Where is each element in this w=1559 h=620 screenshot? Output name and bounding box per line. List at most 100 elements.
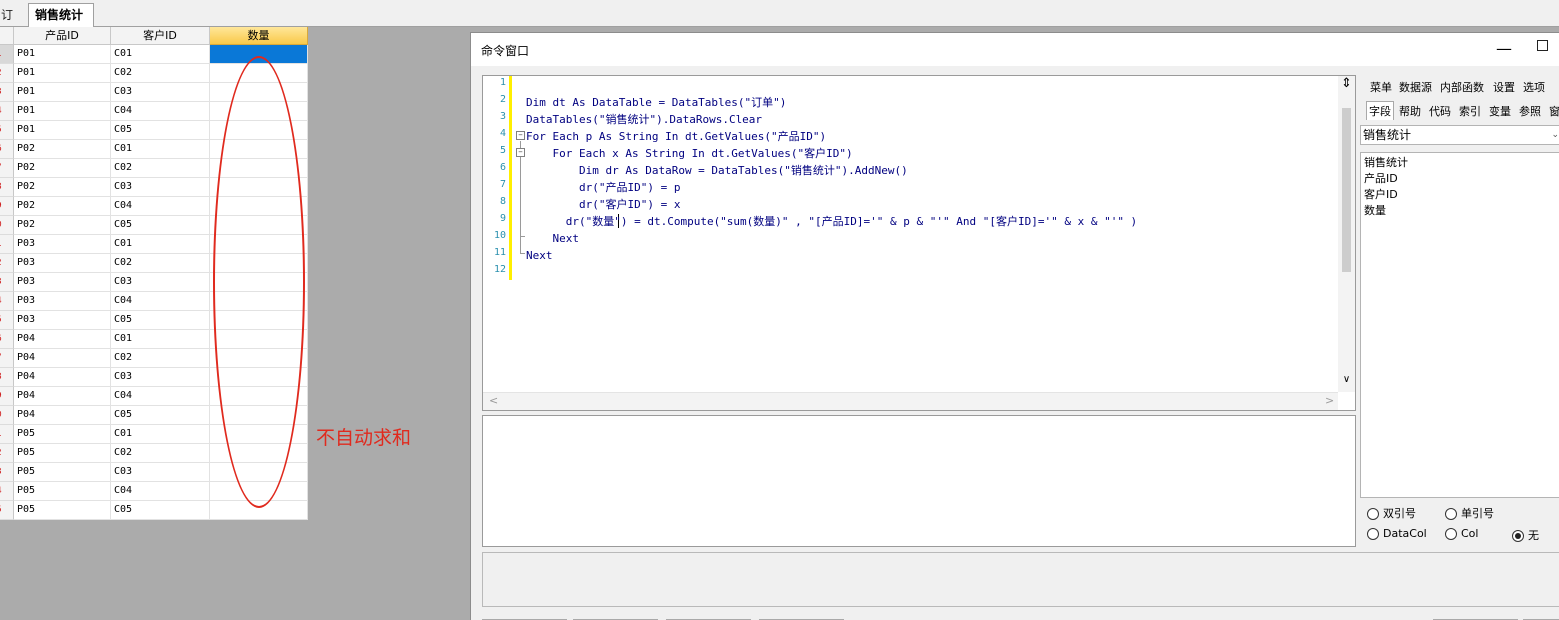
tab-code[interactable]: 代码 (1429, 103, 1451, 119)
quote-option-radio[interactable]: 单引号 (1445, 505, 1494, 521)
cell-customer-id[interactable]: C03 (111, 83, 210, 102)
code-line[interactable]: Next (526, 230, 579, 247)
cell-product-id[interactable]: P02 (14, 216, 111, 235)
cell-customer-id[interactable]: C03 (111, 463, 210, 482)
row-header[interactable]: 3 (0, 273, 14, 292)
cell-customer-id[interactable]: C03 (111, 273, 210, 292)
field-list[interactable]: 销售统计 产品ID 客户ID 数量 (1360, 152, 1559, 498)
menu-item-settings[interactable]: 设置 (1493, 79, 1515, 95)
cell-product-id[interactable]: P05 (14, 501, 111, 520)
column-header-quantity[interactable]: 数量 (210, 27, 308, 45)
code-line[interactable]: Next (526, 247, 553, 264)
output-pane[interactable] (482, 415, 1356, 547)
row-header[interactable]: 2 (0, 254, 14, 273)
row-header[interactable]: 3 (0, 83, 14, 102)
cell-product-id[interactable]: P03 (14, 292, 111, 311)
cell-product-id[interactable]: P04 (14, 330, 111, 349)
row-header[interactable]: 3 (0, 463, 14, 482)
cell-product-id[interactable]: P02 (14, 159, 111, 178)
grid-corner[interactable] (0, 27, 14, 45)
row-header[interactable]: 7 (0, 349, 14, 368)
code-line[interactable]: For Each x As String In dt.GetValues("客户… (526, 145, 852, 162)
row-header[interactable]: 2 (0, 444, 14, 463)
code-line[interactable]: dr("客户ID") = x (526, 196, 680, 213)
row-header[interactable]: 1 (0, 45, 14, 64)
code-line[interactable]: Dim dt As DataTable = DataTables("订单") (526, 94, 786, 111)
cell-product-id[interactable]: P03 (14, 254, 111, 273)
cell-product-id[interactable]: P05 (14, 482, 111, 501)
quote-option-radio[interactable]: DataCol (1367, 527, 1427, 540)
cell-customer-id[interactable]: C01 (111, 425, 210, 444)
menu-item-options[interactable]: 选项 (1523, 79, 1545, 95)
scroll-right-icon[interactable]: > (1325, 394, 1334, 407)
row-header[interactable]: 9 (0, 197, 14, 216)
cell-customer-id[interactable]: C04 (111, 197, 210, 216)
quote-option-radio[interactable]: 双引号 (1367, 505, 1416, 521)
row-header[interactable]: 8 (0, 178, 14, 197)
cell-product-id[interactable]: P05 (14, 425, 111, 444)
cell-customer-id[interactable]: C05 (111, 311, 210, 330)
editor-horizontal-scrollbar[interactable]: < > (483, 392, 1338, 410)
cell-product-id[interactable]: P05 (14, 463, 111, 482)
code-editor[interactable]: – – 1 2 3 4 5 6 7 8 9 10 11 12 Dim dt As DataTable … (482, 75, 1356, 411)
row-header[interactable]: 4 (0, 102, 14, 121)
cell-customer-id[interactable]: C04 (111, 482, 210, 501)
tab-sales-stats[interactable]: 销售统计 (28, 3, 94, 28)
cell-customer-id[interactable]: C02 (111, 349, 210, 368)
cell-product-id[interactable]: P02 (14, 140, 111, 159)
row-header[interactable]: 8 (0, 368, 14, 387)
column-header-product-id[interactable]: 产品ID (14, 27, 111, 45)
row-header[interactable]: 9 (0, 387, 14, 406)
menu-item-menu[interactable]: 菜单 (1370, 79, 1392, 95)
cell-product-id[interactable]: P01 (14, 45, 111, 64)
cell-customer-id[interactable]: C05 (111, 121, 210, 140)
cell-customer-id[interactable]: C04 (111, 292, 210, 311)
cell-customer-id[interactable]: C01 (111, 330, 210, 349)
table-select[interactable]: 销售统计 ⌄ (1360, 125, 1559, 145)
cell-product-id[interactable]: P04 (14, 349, 111, 368)
cell-customer-id[interactable]: C02 (111, 64, 210, 83)
row-header[interactable]: 5 (0, 311, 14, 330)
cell-product-id[interactable]: P03 (14, 235, 111, 254)
cell-customer-id[interactable]: C02 (111, 254, 210, 273)
window-titlebar[interactable]: 命令窗口 — (471, 33, 1559, 66)
code-line[interactable]: dr("数量") = dt.Compute("sum(数量)" , "[产品ID… (526, 213, 1137, 230)
cell-customer-id[interactable]: C04 (111, 387, 210, 406)
cell-product-id[interactable]: P01 (14, 102, 111, 121)
row-header[interactable]: 5 (0, 121, 14, 140)
scroll-left-icon[interactable]: < (489, 394, 498, 407)
column-header-customer-id[interactable]: 客户ID (111, 27, 210, 45)
cell-customer-id[interactable]: C05 (111, 501, 210, 520)
menu-item-datasource[interactable]: 数据源 (1399, 79, 1432, 95)
cell-product-id[interactable]: P01 (14, 121, 111, 140)
cell-product-id[interactable]: P04 (14, 387, 111, 406)
field-list-item[interactable]: 数量 (1364, 203, 1386, 219)
fold-toggle-icon[interactable]: – (516, 148, 525, 157)
row-header[interactable]: 0 (0, 406, 14, 425)
field-list-item[interactable]: 销售统计 (1364, 155, 1408, 171)
split-handle-icon[interactable]: ⇕ (1338, 77, 1355, 91)
cell-product-id[interactable]: P04 (14, 368, 111, 387)
code-line[interactable]: DataTables("销售统计").DataRows.Clear (526, 111, 762, 128)
vertical-scroll-thumb[interactable] (1342, 108, 1351, 272)
row-header[interactable]: 1 (0, 235, 14, 254)
tab-variables[interactable]: 变量 (1489, 103, 1511, 119)
cell-product-id[interactable]: P01 (14, 83, 111, 102)
cell-customer-id[interactable]: C04 (111, 102, 210, 121)
editor-vertical-scrollbar[interactable]: ⇕ ∨ (1338, 76, 1355, 392)
row-header[interactable]: 0 (0, 216, 14, 235)
row-header[interactable]: 4 (0, 292, 14, 311)
field-list-item[interactable]: 客户ID (1364, 187, 1398, 203)
row-header[interactable]: 6 (0, 140, 14, 159)
scroll-down-icon[interactable]: ∨ (1338, 374, 1355, 385)
cell-product-id[interactable]: P04 (14, 406, 111, 425)
cell-customer-id[interactable]: C02 (111, 159, 210, 178)
row-header[interactable]: 2 (0, 64, 14, 83)
cell-customer-id[interactable]: C05 (111, 406, 210, 425)
cell-customer-id[interactable]: C01 (111, 140, 210, 159)
tab-orders[interactable]: 订单 (0, 3, 26, 44)
row-header[interactable]: 1 (0, 425, 14, 444)
code-line[interactable]: dr("产品ID") = p (526, 179, 680, 196)
tab-index[interactable]: 索引 (1459, 103, 1481, 119)
cell-product-id[interactable]: P03 (14, 273, 111, 292)
